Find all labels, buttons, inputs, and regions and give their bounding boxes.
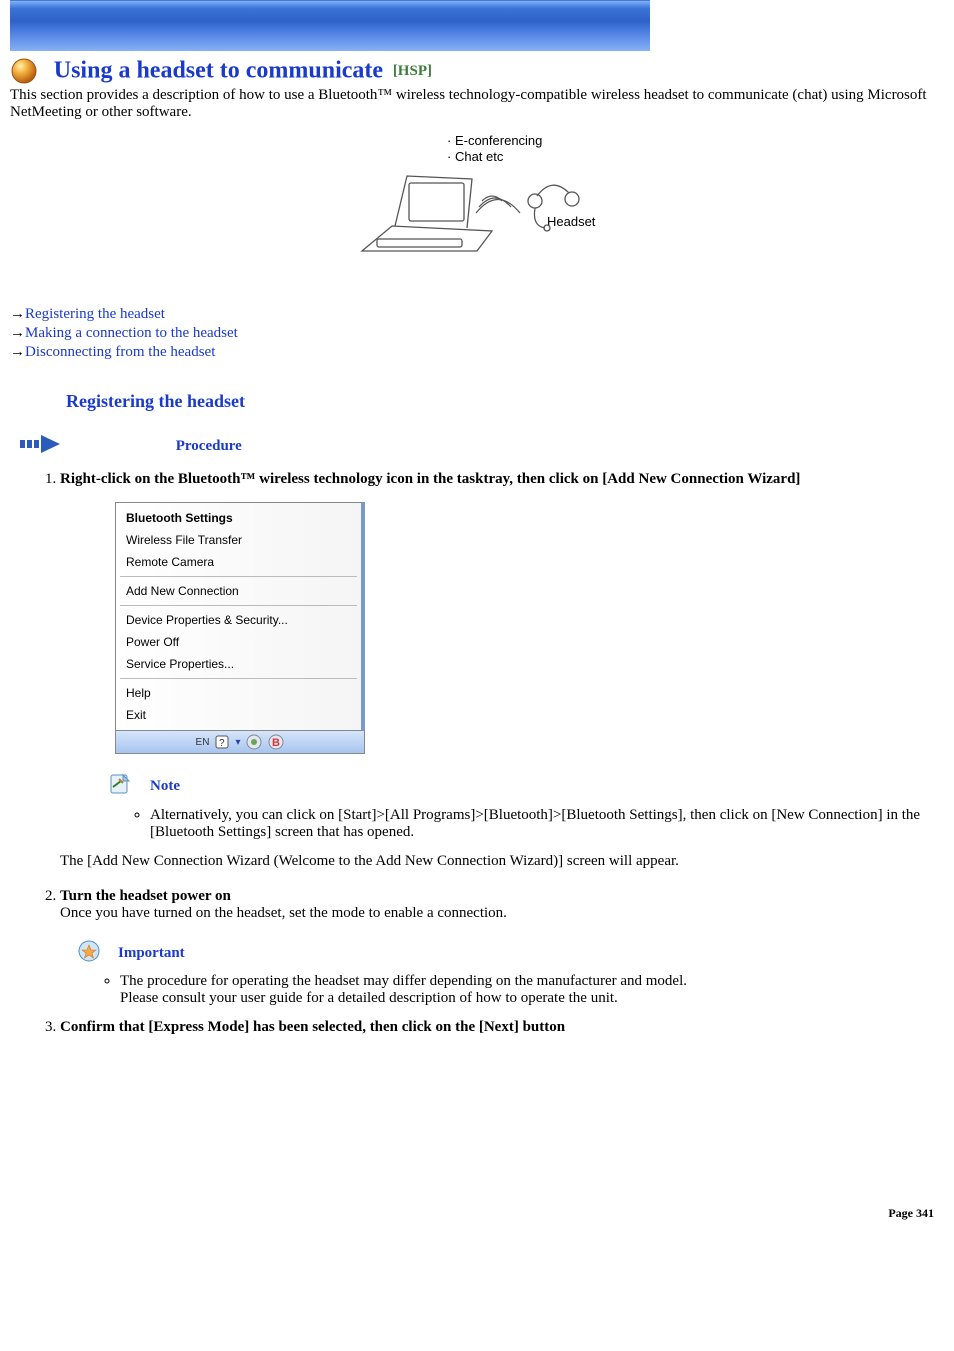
page-title: Using a headset to communicate xyxy=(54,58,383,84)
intro-text: This section provides a description of h… xyxy=(10,87,944,121)
link-registering[interactable]: Registering the headset xyxy=(25,306,165,322)
important-icon xyxy=(78,940,100,967)
menu-item-help: Help xyxy=(116,682,361,704)
link-connecting[interactable]: Making a connection to the headset xyxy=(25,325,238,341)
step1-continuation: The [Add New Connection Wizard (Welcome … xyxy=(60,853,944,870)
svg-text:?: ? xyxy=(219,738,225,749)
step2-body: Once you have turned on the headset, set… xyxy=(60,905,507,921)
menu-item-devprops: Device Properties & Security... xyxy=(116,609,361,631)
diagram: · E-conferencing · Chat etc Headset xyxy=(10,131,944,286)
svg-text:· E-conferencing: · E-conferencing xyxy=(447,133,542,148)
menu-item-add-conn: Add New Connection xyxy=(116,580,361,602)
steps-list: Right-click on the Bluetooth™ wireless t… xyxy=(40,471,944,1036)
bluetooth-tray-icon-2: B xyxy=(268,734,284,750)
arrow-icon xyxy=(20,432,62,461)
tray-arrow-icon: ▾ xyxy=(235,737,240,748)
context-menu-screenshot: Bluetooth Settings Wireless File Transfe… xyxy=(115,502,365,754)
page-number: Page 341 xyxy=(10,1206,944,1221)
title-row: Using a headset to communicate [HSP] xyxy=(10,57,944,85)
note-icon xyxy=(108,772,132,801)
note-row: Note xyxy=(108,772,944,801)
lang-indicator: EN xyxy=(196,737,210,748)
step3-title: Confirm that [Express Mode] has been sel… xyxy=(60,1019,565,1035)
menu-item-srvprops: Service Properties... xyxy=(116,653,361,675)
important-row: Important xyxy=(78,940,944,967)
svg-text:· Chat etc: · Chat etc xyxy=(447,149,504,164)
step2-title: Turn the headset power on xyxy=(60,888,231,904)
imp-line2: Please consult your user guide for a det… xyxy=(120,990,618,1006)
sphere-icon xyxy=(10,57,38,85)
important-text: The procedure for operating the headset … xyxy=(120,973,944,1007)
menu-item-poweroff: Power Off xyxy=(116,631,361,653)
bluetooth-tray-icon xyxy=(246,734,262,750)
menu-item-bt-settings: Bluetooth Settings xyxy=(116,507,361,529)
imp-line1: The procedure for operating the headset … xyxy=(120,973,687,989)
svg-text:B: B xyxy=(272,737,280,749)
step-3: Confirm that [Express Mode] has been sel… xyxy=(60,1019,944,1036)
menu-item-exit: Exit xyxy=(116,704,361,726)
step-2: Turn the headset power on Once you have … xyxy=(60,888,944,1007)
step1-title: Right-click on the Bluetooth™ wireless t… xyxy=(60,471,800,487)
procedure-row: Procedure xyxy=(20,432,944,461)
menu-item-wft: Wireless File Transfer xyxy=(116,529,361,551)
intro-paragraph: This section provides a description of h… xyxy=(10,87,944,121)
systray: EN ? ▾ B xyxy=(115,731,365,754)
note-text: Alternatively, you can click on [Start]>… xyxy=(150,807,944,841)
menu-item-camera: Remote Camera xyxy=(116,551,361,573)
note-label: Note xyxy=(150,778,180,795)
help-tray-icon: ? xyxy=(215,735,229,749)
svg-text:Headset: Headset xyxy=(547,214,596,229)
step-1: Right-click on the Bluetooth™ wireless t… xyxy=(60,471,944,870)
page-title-tag: [HSP] xyxy=(393,63,432,79)
link-disconnecting[interactable]: Disconnecting from the headset xyxy=(25,344,215,360)
important-label: Important xyxy=(118,945,185,962)
toc-links: →Registering the headset →Making a conne… xyxy=(10,306,944,361)
procedure-label: Procedure xyxy=(176,438,242,454)
header-bar xyxy=(10,0,650,51)
section-heading-registering: Registering the headset xyxy=(66,391,944,412)
